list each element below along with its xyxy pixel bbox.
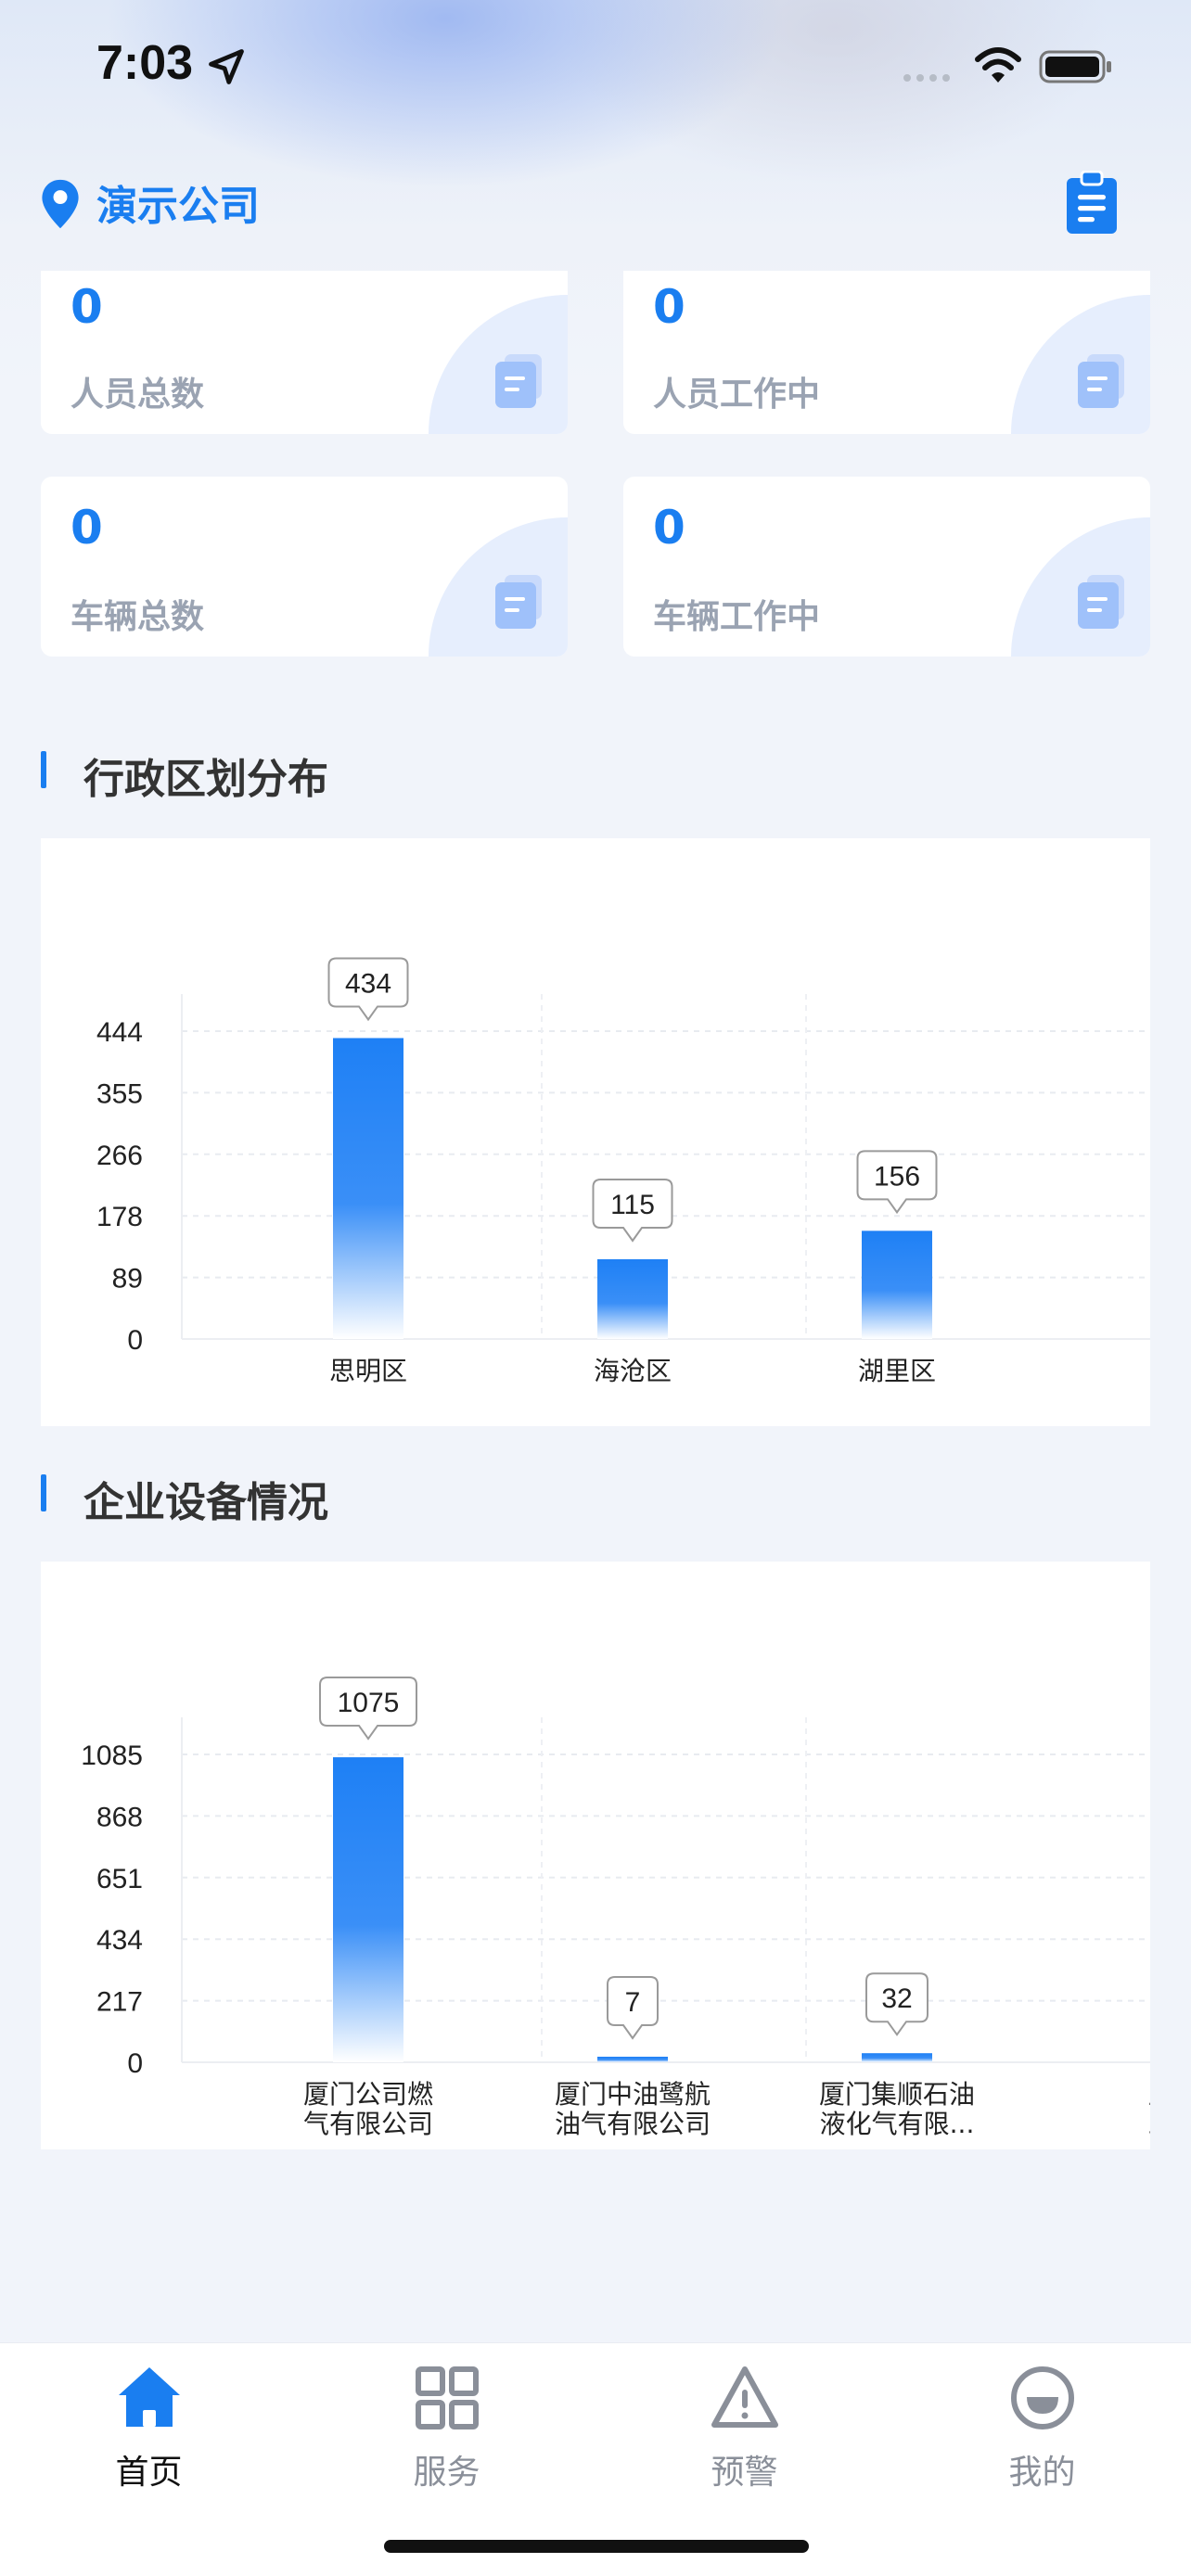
clipboard-icon[interactable]: [1065, 171, 1119, 236]
stat-card-staff-working[interactable]: 0 人员工作中: [623, 271, 1150, 434]
status-bar: 7:03: [0, 0, 1191, 139]
stat-card-vehicle-total[interactable]: 0 车辆总数: [41, 477, 568, 657]
cellular-signal-icon: [903, 74, 950, 82]
tab-warning[interactable]: 预警: [596, 2343, 893, 2501]
section-title-text: 行政区划分布: [83, 756, 328, 803]
stat-value: 0: [653, 501, 685, 555]
warning-icon: [711, 2366, 778, 2428]
y-tick-label: 178: [96, 1202, 143, 1232]
tab-label: 预警: [711, 2454, 778, 2492]
data-label: 434: [345, 968, 391, 999]
data-label: 115: [610, 1190, 655, 1220]
app-header: 演示公司: [0, 158, 1191, 250]
section-accent-bar: [41, 751, 46, 788]
section-title-text: 企业设备情况: [83, 1479, 328, 1526]
equipment-bar-chart: 0 217 434 651 868 1085 1075 厦门公司燃气有限公司 7 厦门中油鹭航油气…: [81, 1677, 1150, 2139]
bar: [862, 1231, 932, 1339]
stat-label: 人员工作中: [653, 376, 821, 414]
status-time: 7:03: [96, 36, 194, 90]
wifi-icon: [975, 47, 1021, 83]
tab-label: 我的: [1008, 2454, 1076, 2492]
x-tick-label: 厦门公司燃: [303, 2079, 433, 2110]
stat-label: 车辆总数: [70, 598, 205, 636]
y-tick-label: 89: [112, 1264, 143, 1294]
y-tick-label: 868: [96, 1802, 143, 1832]
document-icon: [1078, 354, 1124, 408]
y-tick-label: 217: [96, 1987, 143, 2018]
bar: [333, 1757, 403, 2062]
x-tick-label: 思明区: [329, 1356, 407, 1386]
location-arrow-icon: [209, 49, 244, 84]
stat-value: 0: [70, 501, 103, 555]
stat-card-vehicle-working[interactable]: 0 车辆工作中: [623, 477, 1150, 657]
document-icon: [495, 354, 542, 408]
document-icon: [1078, 575, 1124, 629]
section-title-equipment: 企业设备情况: [41, 1469, 597, 1526]
y-tick-label: 0: [127, 2048, 143, 2079]
district-chart-panel: 0 89 178 266 355 444 434 思明区 115 海沧区 156 湖里区: [41, 838, 1150, 1426]
y-tick-label: 0: [127, 1325, 143, 1356]
home-indicator: [384, 2540, 809, 2553]
section-title-district: 行政区划分布: [41, 746, 597, 803]
y-tick-label: 444: [96, 1017, 143, 1048]
bar: [333, 1038, 403, 1339]
y-tick-label: 355: [96, 1078, 143, 1109]
district-bar-chart: 0 89 178 266 355 444 434 思明区 115 海沧区 156 湖里区: [96, 957, 1150, 1386]
stat-label: 人员总数: [70, 376, 205, 414]
bottom-tab-bar: 首页 服务 预警 我的: [0, 2342, 1191, 2576]
x-tick-label: 气有限公司: [303, 2109, 433, 2139]
document-icon: [495, 575, 542, 629]
data-label: 32: [881, 1983, 912, 2014]
x-tick-label: 油气有限公司: [555, 2109, 711, 2139]
data-label: 7: [625, 1987, 641, 2018]
grid-icon: [416, 2366, 479, 2429]
tab-services[interactable]: 服务: [298, 2343, 596, 2501]
x-tick-label: 厦门中油鹭航: [555, 2079, 711, 2110]
stat-card-staff-total[interactable]: 0 人员总数: [41, 271, 568, 434]
tab-home[interactable]: 首页: [0, 2343, 298, 2501]
section-accent-bar: [41, 1474, 46, 1511]
bar: [862, 2053, 932, 2062]
y-tick-label: 266: [96, 1141, 143, 1171]
y-tick-label: 1085: [81, 1741, 143, 1771]
tab-label: 服务: [413, 2454, 480, 2492]
battery-icon: [1039, 50, 1111, 83]
profile-icon: [1011, 2366, 1074, 2429]
stat-label: 车辆工作中: [653, 598, 821, 636]
bar: [597, 2057, 668, 2062]
location-pin-icon[interactable]: [39, 178, 82, 230]
data-label: 156: [874, 1161, 920, 1192]
x-tick-label: 工: [1148, 2109, 1150, 2139]
x-tick-label: 液化气有限...: [820, 2109, 975, 2139]
home-icon: [119, 2367, 180, 2427]
data-label: 1075: [338, 1688, 400, 1718]
company-name[interactable]: 演示公司: [96, 172, 260, 232]
equipment-chart-panel: 0 217 434 651 868 1085 1075 厦门公司燃 气有限公司 7 厦门中油鹭航 油气…: [41, 1562, 1150, 2149]
bar: [597, 1259, 668, 1339]
x-tick-label: 厦门集顺石油: [819, 2079, 975, 2110]
x-tick-label: 湖里区: [858, 1356, 936, 1386]
tab-profile[interactable]: 我的: [893, 2343, 1191, 2501]
x-tick-label: 厦: [1148, 2079, 1150, 2110]
stat-value: 0: [70, 280, 103, 334]
y-tick-label: 434: [96, 1925, 143, 1956]
stat-value: 0: [653, 280, 685, 334]
y-tick-label: 651: [96, 1864, 143, 1894]
x-tick-label: 海沧区: [594, 1356, 672, 1386]
tab-label: 首页: [115, 2454, 183, 2492]
